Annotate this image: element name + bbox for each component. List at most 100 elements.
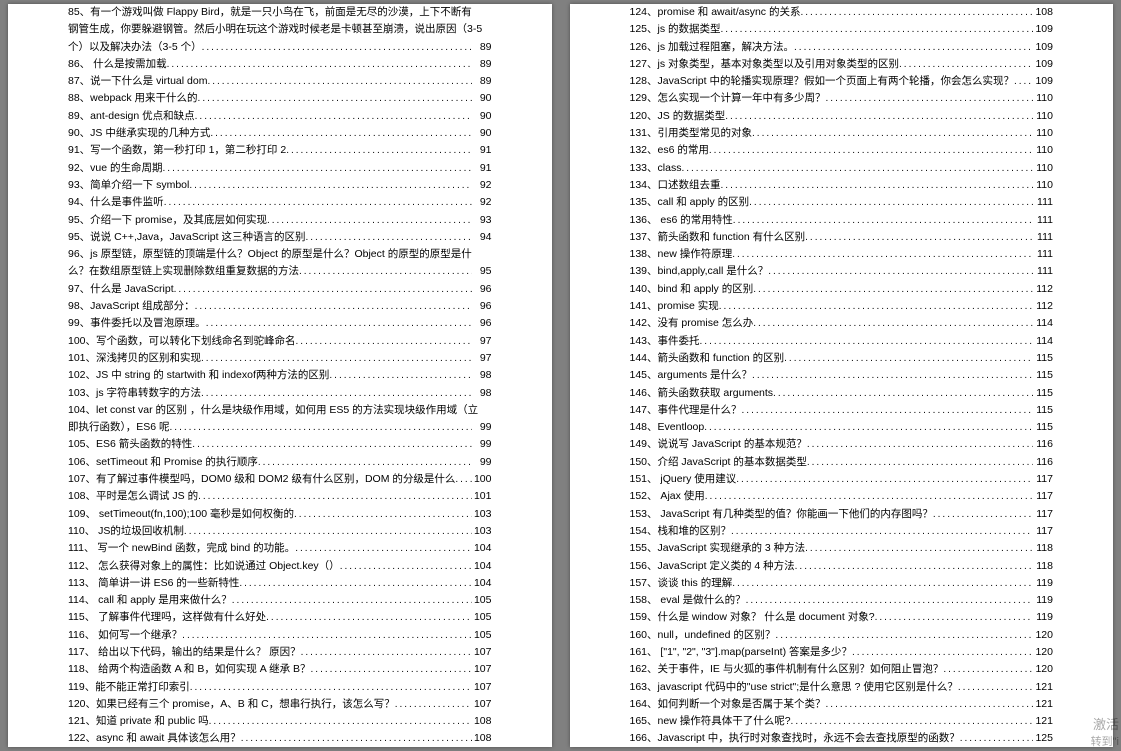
toc-entry[interactable]: 160、null，undefined 的区别？.................…	[630, 627, 1054, 644]
toc-entry[interactable]: 92、vue 的生命周期............................…	[68, 160, 492, 177]
toc-page-number: 117	[1033, 471, 1053, 488]
toc-entry[interactable]: 143、事件委托................................…	[630, 333, 1054, 350]
toc-entry[interactable]: 159、什么是 window 对象？ 什么是 document 对象?.....…	[630, 609, 1054, 626]
toc-entry[interactable]: 166、Javascript 中，执行时对象查找时，永远不会去查找原型的函数？.…	[630, 730, 1054, 747]
toc-leader-dots: ........................................…	[960, 730, 1033, 747]
toc-entry[interactable]: 141、promise 实现..........................…	[630, 298, 1054, 315]
toc-entry[interactable]: 98、JavaScript 组成部分：.....................…	[68, 298, 492, 315]
toc-entry[interactable]: 104、let const var 的区别 ，什么是块级作用域，如何用 ES5 …	[68, 402, 492, 419]
toc-entry[interactable]: 116、 如何写一个继承？...........................…	[68, 627, 492, 644]
toc-entry[interactable]: 85、有一个游戏叫做 Flappy Bird，就是一只小鸟在飞，前面是无尽的沙漠…	[68, 4, 492, 21]
toc-entry[interactable]: 86、 什么是按需加载.............................…	[68, 56, 492, 73]
toc-entry[interactable]: 150、介绍 JavaScript 的基本数据类型...............…	[630, 454, 1054, 471]
toc-entry[interactable]: 164、如何判断一个对象是否属于某个类？....................…	[630, 696, 1054, 713]
toc-entry[interactable]: 118、 给两个构造函数 A 和 B，如何实现 A 继承 B？.........…	[68, 661, 492, 678]
toc-entry[interactable]: 87、说一下什么是 virtual dom...................…	[68, 73, 492, 90]
toc-entry[interactable]: 145、arguments 是什么？......................…	[630, 367, 1054, 384]
toc-leader-dots: ........................................…	[807, 436, 1033, 453]
toc-entry[interactable]: 93、简单介绍一下 symbol........................…	[68, 177, 492, 194]
toc-entry-text: 159、什么是 window 对象？ 什么是 document 对象?	[630, 609, 875, 626]
toc-entry[interactable]: 124、promise 和 await/async 的关系...........…	[630, 4, 1054, 21]
toc-entry[interactable]: 129、怎么实现一个计算一年中有多少周？....................…	[630, 90, 1054, 107]
toc-entry[interactable]: 147、事件代理是什么？............................…	[630, 402, 1054, 419]
toc-entry[interactable]: 134、口述数组去重..............................…	[630, 177, 1054, 194]
toc-entry[interactable]: 111、 写一个 newBind 函数，完成 bind 的功能。........…	[68, 540, 492, 557]
toc-leader-dots: ........................................…	[768, 263, 1033, 280]
toc-entry[interactable]: 136、 es6 的常用特性..........................…	[630, 212, 1054, 229]
toc-entry[interactable]: 133、class...............................…	[630, 160, 1054, 177]
toc-entry[interactable]: 155、JavaScript 实现继承的 3 种方法..............…	[630, 540, 1054, 557]
toc-entry[interactable]: 163、javascript 代码中的"use strict";是什么意思 ? …	[630, 679, 1054, 696]
toc-entry[interactable]: 162、关于事件，IE 与火狐的事件机制有什么区别？如何阻止冒泡？.......…	[630, 661, 1054, 678]
toc-entry[interactable]: 107、有了解过事件模型吗，DOM0 级和 DOM2 级有什么区别，DOM 的分…	[68, 471, 492, 488]
toc-entry[interactable]: 100、写个函数，可以转化下划线命名到驼峰命名.................…	[68, 333, 492, 350]
toc-leader-dots: ........................................…	[329, 367, 471, 384]
toc-entry[interactable]: 102、JS 中 string 的 startwith 和 indexof两种方…	[68, 367, 492, 384]
toc-entry[interactable]: 149、说说写 JavaScript 的基本规范？...............…	[630, 436, 1054, 453]
toc-leader-dots: ........................................…	[749, 194, 1033, 211]
toc-entry[interactable]: 90、JS 中继承实现的几种方式........................…	[68, 125, 492, 142]
toc-entry[interactable]: 即执行函数），ES6 呢............................…	[68, 419, 492, 436]
toc-entry[interactable]: 88、webpack 用来干什么的.......................…	[68, 90, 492, 107]
toc-entry[interactable]: 135、call 和 apply 的区别....................…	[630, 194, 1054, 211]
toc-entry[interactable]: 89、ant-design 优点和缺点.....................…	[68, 108, 492, 125]
toc-entry[interactable]: 120、如果已经有三个 promise，A、B 和 C，想串行执行，该怎么写？.…	[68, 696, 492, 713]
toc-entry[interactable]: 114、 call 和 apply 是用来做什么？...............…	[68, 592, 492, 609]
toc-entry[interactable]: 95、说说 C++,Java，JavaScript 这三种语言的区别......…	[68, 229, 492, 246]
toc-entry[interactable]: 么？在数组原型链上实现删除数组重复数据的方法..................…	[68, 263, 492, 280]
toc-entry[interactable]: 148、Eventloop...........................…	[630, 419, 1054, 436]
toc-entry[interactable]: 137、箭头函数和 function 有什么区别................…	[630, 229, 1054, 246]
toc-entry[interactable]: 161、 ["1", "2", "3"].map(parseInt) 答案是多少…	[630, 644, 1054, 661]
toc-leader-dots: ........................................…	[736, 471, 1033, 488]
toc-entry[interactable]: 个）以及解决办法（3-5 个）.........................…	[68, 39, 492, 56]
toc-entry[interactable]: 146、箭头函数获取 arguments....................…	[630, 385, 1054, 402]
toc-entry[interactable]: 110、 JS的垃圾回收机制..........................…	[68, 523, 492, 540]
toc-entry[interactable]: 125、js 的数据类型............................…	[630, 21, 1054, 38]
toc-page-number: 110	[1033, 177, 1053, 194]
toc-entry[interactable]: 96、js 原型链，原型链的顶端是什么？Object 的原型是什么？Object…	[68, 246, 492, 263]
toc-entry[interactable]: 144、箭头函数和 function 的区别..................…	[630, 350, 1054, 367]
toc-entry[interactable]: 109、 setTimeout(fn,100);100 毫秒是如何权衡的....…	[68, 506, 492, 523]
toc-entry[interactable]: 112、 怎么获得对象上的属性：比如说通过 Object.key（）......…	[68, 558, 492, 575]
toc-entry[interactable]: 154、栈和堆的区别？.............................…	[630, 523, 1054, 540]
toc-entry[interactable]: 117、 给出以下代码，输出的结果是什么？ 原因？...............…	[68, 644, 492, 661]
toc-entry[interactable]: 151、 jQuery 使用建议........................…	[630, 471, 1054, 488]
toc-entry[interactable]: 106、setTimeout 和 Promise 的执行顺序..........…	[68, 454, 492, 471]
toc-entry[interactable]: 153、 JavaScript 有几种类型的值？你能画一下他们的内存图吗？...…	[630, 506, 1054, 523]
toc-entry[interactable]: 142、没有 promise 怎么办......................…	[630, 315, 1054, 332]
toc-entry[interactable]: 97、什么是 JavaScript.......................…	[68, 281, 492, 298]
toc-entry[interactable]: 103、js 字符串转数字的方法........................…	[68, 385, 492, 402]
toc-entry[interactable]: 105、ES6 箭头函数的特性.........................…	[68, 436, 492, 453]
toc-page-number: 90	[472, 108, 492, 125]
toc-page-number: 121	[1033, 696, 1053, 713]
toc-entry[interactable]: 132、es6 的常用.............................…	[630, 142, 1054, 159]
toc-entry[interactable]: 152、 Ajax 使用............................…	[630, 488, 1054, 505]
toc-entry[interactable]: 139、bind,apply,call 是什么？................…	[630, 263, 1054, 280]
toc-entry[interactable]: 91、写一个函数，第一秒打印 1，第二秒打印 2................…	[68, 142, 492, 159]
toc-entry[interactable]: 128、JavaScript 中的轮播实现原理？假如一个页面上有两个轮播，你会怎…	[630, 73, 1054, 90]
toc-entry[interactable]: 99、事件委托以及冒泡原理。..........................…	[68, 315, 492, 332]
toc-entry[interactable]: 140、bind 和 apply 的区别....................…	[630, 281, 1054, 298]
toc-page-number: 92	[472, 177, 492, 194]
toc-entry[interactable]: 钢管生成，你要躲避钢管。然后小明在玩这个游戏时候老是卡顿甚至崩溃，说出原因（3-…	[68, 21, 492, 38]
toc-entry[interactable]: 95、介绍一下 promise，及其底层如何实现................…	[68, 212, 492, 229]
toc-entry[interactable]: 126、js 加载过程阻塞，解决方法。.....................…	[630, 39, 1054, 56]
toc-page-number: 92	[472, 194, 492, 211]
toc-entry[interactable]: 127、js 对象类型，基本对象类型以及引用对象类型的区别...........…	[630, 56, 1054, 73]
toc-entry[interactable]: 120、JS 的数据类型............................…	[630, 108, 1054, 125]
toc-entry[interactable]: 121、知道 private 和 public 吗...............…	[68, 713, 492, 730]
toc-entry[interactable]: 113、 简单讲一讲 ES6 的一些新特性...................…	[68, 575, 492, 592]
toc-entry[interactable]: 119、能不能正常打印索引...........................…	[68, 679, 492, 696]
toc-entry[interactable]: 158、 eval 是做什么的？........................…	[630, 592, 1054, 609]
toc-entry[interactable]: 94、什么是事件监听..............................…	[68, 194, 492, 211]
toc-entry[interactable]: 131、引用类型常见的对象...........................…	[630, 125, 1054, 142]
toc-entry[interactable]: 108、平时是怎么调试 JS 的........................…	[68, 488, 492, 505]
toc-entry[interactable]: 115、 了解事件代理吗，这样做有什么好处...................…	[68, 609, 492, 626]
toc-entry[interactable]: 165、new 操作符具体干了什么呢?.....................…	[630, 713, 1054, 730]
toc-entry[interactable]: 101、深浅拷贝的区别和实现..........................…	[68, 350, 492, 367]
toc-entry[interactable]: 157、谈谈 this 的理解.........................…	[630, 575, 1054, 592]
toc-page-number: 103	[472, 506, 492, 523]
toc-entry[interactable]: 138、new 操作符原理...........................…	[630, 246, 1054, 263]
toc-entry[interactable]: 156、JavaScript 定义类的 4 种方法...............…	[630, 558, 1054, 575]
toc-entry[interactable]: 122、async 和 await 具体该怎么用？...............…	[68, 730, 492, 747]
